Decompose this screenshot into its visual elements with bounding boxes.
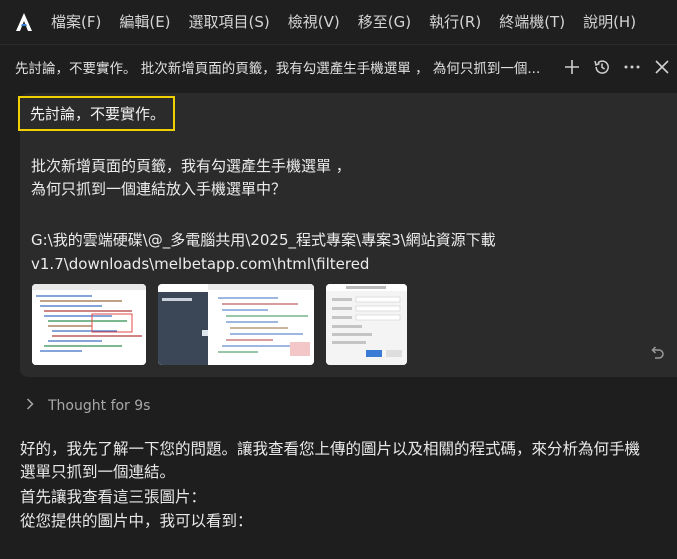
menu-terminal[interactable]: 終端機(T) <box>490 0 574 44</box>
attachment-thumbnail[interactable] <box>32 284 146 365</box>
attachment-thumbnail[interactable] <box>326 284 407 365</box>
thought-label: Thought for 9s <box>48 398 151 414</box>
menu-bar: 檔案(F) 編輯(E) 選取項目(S) 檢視(V) 移至(G) 執行(R) 終端… <box>0 0 677 45</box>
chat-title[interactable]: 先討論，不要實作。 批次新增頁面的頁籤，我有勾選產生手機選單 ， 為何只抓到一個… <box>0 57 557 77</box>
thought-toggle[interactable]: Thought for 9s <box>26 398 150 414</box>
more-icon[interactable] <box>617 52 647 82</box>
menu-run[interactable]: 執行(R) <box>420 0 490 44</box>
menu-help[interactable]: 說明(H) <box>574 0 645 44</box>
menu-view[interactable]: 檢視(V) <box>279 0 349 44</box>
chat-header: 先討論，不要實作。 批次新增頁面的頁籤，我有勾選產生手機選單 ， 為何只抓到一個… <box>0 45 677 89</box>
user-message-line: 批次新增頁面的頁籤，我有勾選產生手機選單 ， <box>31 157 351 175</box>
plus-icon[interactable] <box>557 52 587 82</box>
menu-go[interactable]: 移至(G) <box>349 0 420 44</box>
history-icon[interactable] <box>587 52 617 82</box>
app-logo-icon[interactable] <box>6 0 42 44</box>
response-line: 選單只抓到一個連結。 <box>20 463 176 481</box>
undo-icon[interactable] <box>648 343 666 361</box>
menu-selection[interactable]: 選取項目(S) <box>180 0 279 44</box>
response-line: 首先讓我查看這三張圖片： <box>20 488 207 506</box>
menu-file[interactable]: 檔案(F) <box>42 0 110 44</box>
user-message-path: G:\我的雲端硬碟\@_多電腦共用\2025_程式專案\專案3\網站資源下載 <box>31 231 496 249</box>
user-message-highlight-text: 先討論，不要實作。 <box>30 105 166 123</box>
chevron-right-icon <box>26 398 34 414</box>
response-line: 好的，我先了解一下您的問題。讓我查看您上傳的圖片以及相關的程式碼，來分析為何手機 <box>20 440 641 458</box>
user-message-path: v1.7\downloads\melbetapp.com\html\filter… <box>31 255 370 273</box>
user-message-line: 為何只抓到一個連結放入手機選單中？ <box>31 180 287 198</box>
highlight-annotation: 先討論，不要實作。 <box>18 96 176 131</box>
close-icon[interactable] <box>647 52 677 82</box>
response-line: 從您提供的圖片中，我可以看到： <box>20 512 253 530</box>
attachment-thumbnail[interactable] <box>158 284 314 365</box>
menu-edit[interactable]: 編輯(E) <box>110 0 179 44</box>
